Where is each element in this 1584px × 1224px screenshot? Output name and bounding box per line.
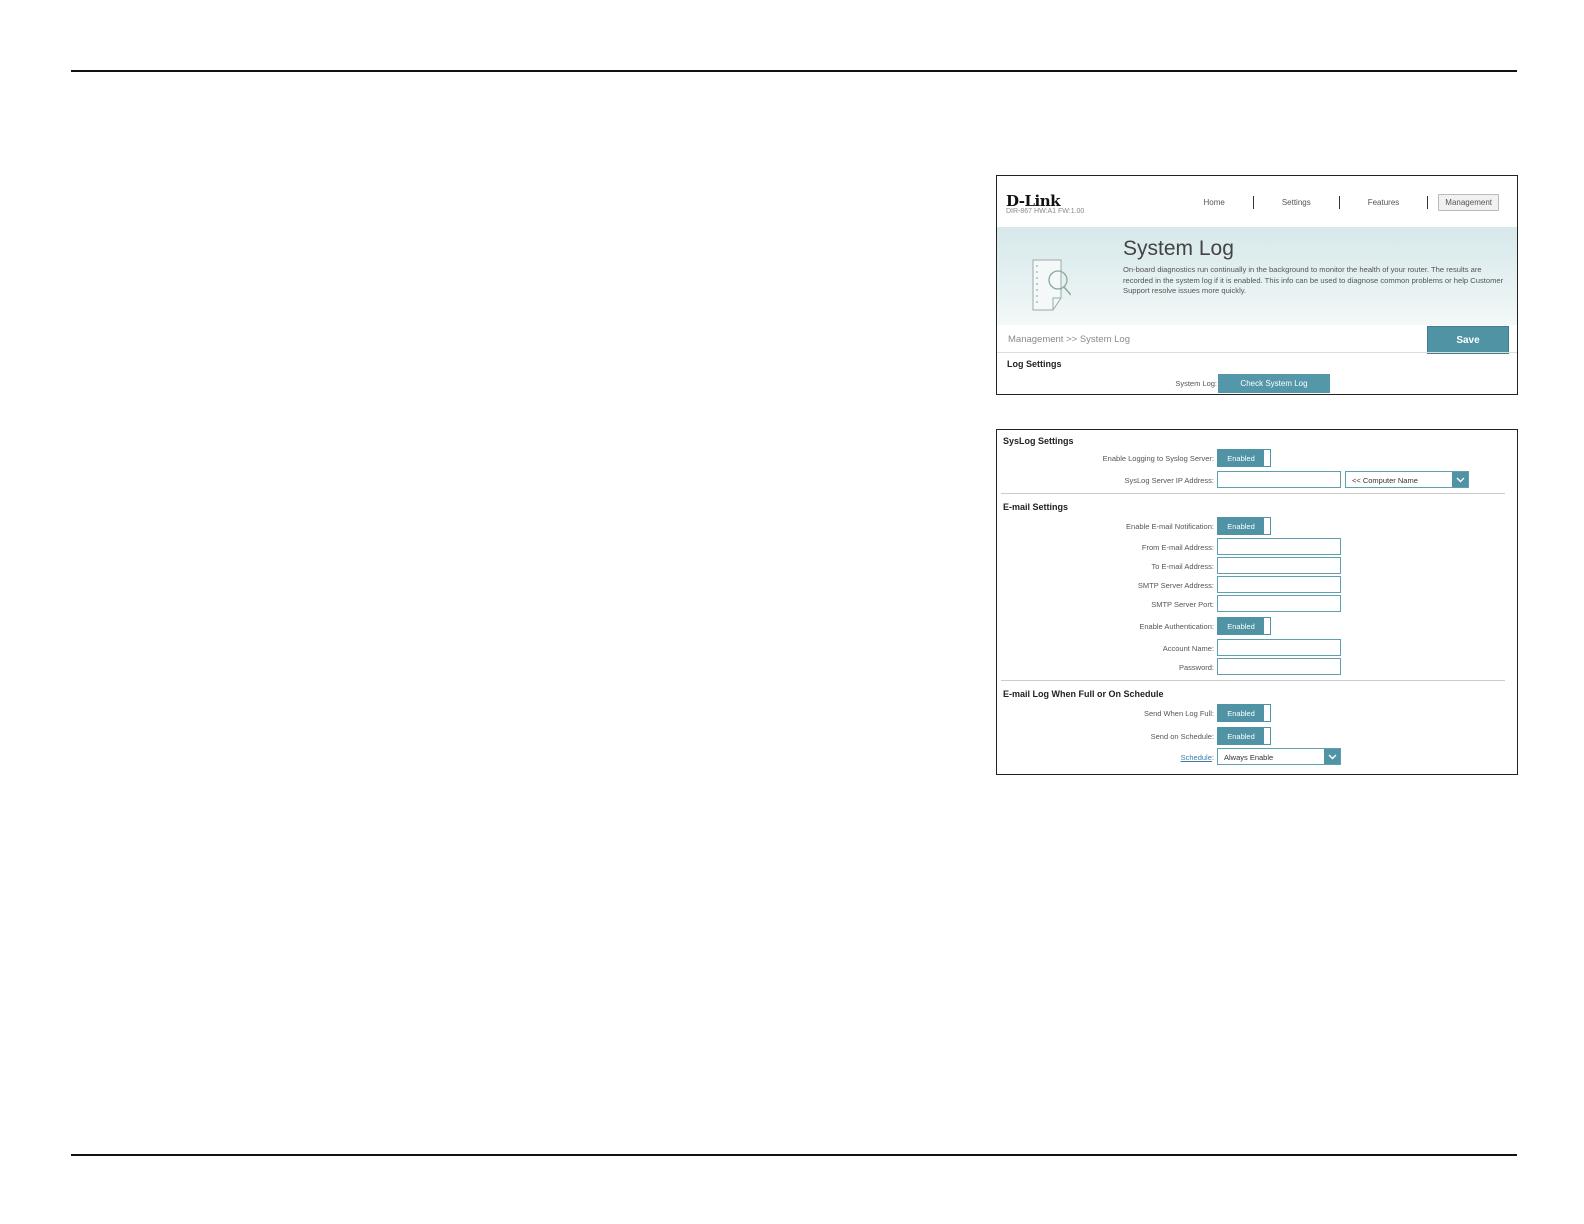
from-email-row: From E-mail Address: bbox=[997, 538, 1517, 556]
save-button[interactable]: Save bbox=[1427, 326, 1509, 354]
syslog-enable-row: Enable Logging to Syslog Server: Enabled bbox=[997, 449, 1517, 467]
on-schedule-label: Send on Schedule: bbox=[1150, 732, 1214, 741]
divider bbox=[997, 352, 1517, 353]
toggle-state: Enabled bbox=[1218, 450, 1264, 466]
email-enable-toggle[interactable]: Enabled bbox=[1217, 517, 1271, 535]
password-row: Password: bbox=[997, 658, 1517, 676]
nav-home[interactable]: Home bbox=[1175, 198, 1252, 207]
top-rule bbox=[71, 70, 1517, 72]
syslog-ip-input[interactable] bbox=[1217, 471, 1341, 488]
log-settings-heading: Log Settings bbox=[1007, 359, 1062, 369]
system-log-label: System Log: bbox=[1175, 379, 1217, 388]
computer-name-select[interactable]: << Computer Name bbox=[1345, 471, 1469, 488]
from-email-label: From E-mail Address: bbox=[1141, 543, 1214, 552]
nav-features[interactable]: Features bbox=[1340, 198, 1428, 207]
account-name-row: Account Name: bbox=[997, 639, 1517, 657]
smtp-address-input[interactable] bbox=[1217, 576, 1341, 593]
schedule-colon: : bbox=[1211, 753, 1214, 762]
schedule-select[interactable]: Always Enable bbox=[1217, 748, 1341, 765]
email-enable-label: Enable E-mail Notification: bbox=[1126, 522, 1214, 531]
on-schedule-row: Send on Schedule: Enabled bbox=[997, 727, 1517, 745]
log-full-row: Send When Log Full: Enabled bbox=[997, 704, 1517, 722]
syslog-ip-label: SysLog Server IP Address: bbox=[1124, 476, 1215, 485]
page-description: On-board diagnostics run continually in … bbox=[1123, 265, 1504, 295]
email-heading: E-mail Settings bbox=[1003, 502, 1069, 512]
password-label: Password: bbox=[1178, 663, 1214, 672]
top-nav: Home Settings Features Management bbox=[1175, 194, 1499, 211]
bottom-rule bbox=[71, 1154, 1517, 1156]
divider bbox=[1001, 680, 1505, 681]
toggle-state: Enabled bbox=[1218, 618, 1264, 634]
to-email-input[interactable] bbox=[1217, 557, 1341, 574]
page-title: System Log bbox=[1123, 237, 1234, 260]
model-info: DIR-867 HW:A1 FW:1.00 bbox=[1006, 208, 1085, 215]
schedule-link[interactable]: Schedule bbox=[1181, 753, 1212, 762]
log-options-panel: SysLog Settings Enable Logging to Syslog… bbox=[996, 429, 1518, 775]
account-name-label: Account Name: bbox=[1162, 644, 1214, 653]
schedule-heading: E-mail Log When Full or On Schedule bbox=[1003, 689, 1164, 699]
smtp-address-row: SMTP Server Address: bbox=[997, 576, 1517, 594]
page-banner: System Log On-board diagnostics run cont… bbox=[997, 227, 1517, 325]
document-search-icon bbox=[1032, 259, 1071, 311]
schedule-label: Schedule: bbox=[1181, 753, 1214, 762]
chevron-down-icon bbox=[1452, 472, 1468, 487]
select-value: Always Enable bbox=[1224, 753, 1274, 762]
syslog-enable-toggle[interactable]: Enabled bbox=[1217, 449, 1271, 467]
schedule-row: Schedule: Always Enable bbox=[997, 748, 1517, 766]
smtp-port-label: SMTP Server Port: bbox=[1151, 600, 1214, 609]
toggle-state: Enabled bbox=[1218, 705, 1264, 721]
on-schedule-toggle[interactable]: Enabled bbox=[1217, 727, 1271, 745]
auth-label: Enable Authentication: bbox=[1139, 622, 1214, 631]
nav-separator bbox=[1427, 196, 1429, 209]
account-name-input[interactable] bbox=[1217, 639, 1341, 656]
from-email-input[interactable] bbox=[1217, 538, 1341, 555]
chevron-down-icon bbox=[1324, 749, 1340, 764]
toggle-state: Enabled bbox=[1218, 518, 1264, 534]
log-full-toggle[interactable]: Enabled bbox=[1217, 704, 1271, 722]
log-full-label: Send When Log Full: bbox=[1143, 709, 1214, 718]
system-log-panel: D-Link DIR-867 HW:A1 FW:1.00 Home Settin… bbox=[996, 175, 1518, 395]
smtp-port-row: SMTP Server Port: bbox=[997, 595, 1517, 613]
password-input[interactable] bbox=[1217, 658, 1341, 675]
syslog-enable-label: Enable Logging to Syslog Server: bbox=[1102, 454, 1214, 463]
to-email-row: To E-mail Address: bbox=[997, 557, 1517, 575]
auth-toggle[interactable]: Enabled bbox=[1217, 617, 1271, 635]
syslog-ip-row: SysLog Server IP Address: << Computer Na… bbox=[997, 471, 1517, 489]
syslog-heading: SysLog Settings bbox=[1003, 436, 1074, 446]
email-enable-row: Enable E-mail Notification: Enabled bbox=[997, 517, 1517, 535]
check-system-log-button[interactable]: Check System Log bbox=[1218, 374, 1330, 393]
breadcrumb: Management >> System Log bbox=[1008, 334, 1130, 345]
to-email-label: To E-mail Address: bbox=[1151, 562, 1214, 571]
nav-management[interactable]: Management bbox=[1438, 194, 1499, 211]
smtp-port-input[interactable] bbox=[1217, 595, 1341, 612]
auth-row: Enable Authentication: Enabled bbox=[997, 617, 1517, 635]
select-value: << Computer Name bbox=[1352, 476, 1418, 485]
smtp-address-label: SMTP Server Address: bbox=[1137, 581, 1214, 590]
divider bbox=[1001, 493, 1505, 494]
toggle-state: Enabled bbox=[1218, 728, 1264, 744]
nav-settings[interactable]: Settings bbox=[1254, 198, 1339, 207]
